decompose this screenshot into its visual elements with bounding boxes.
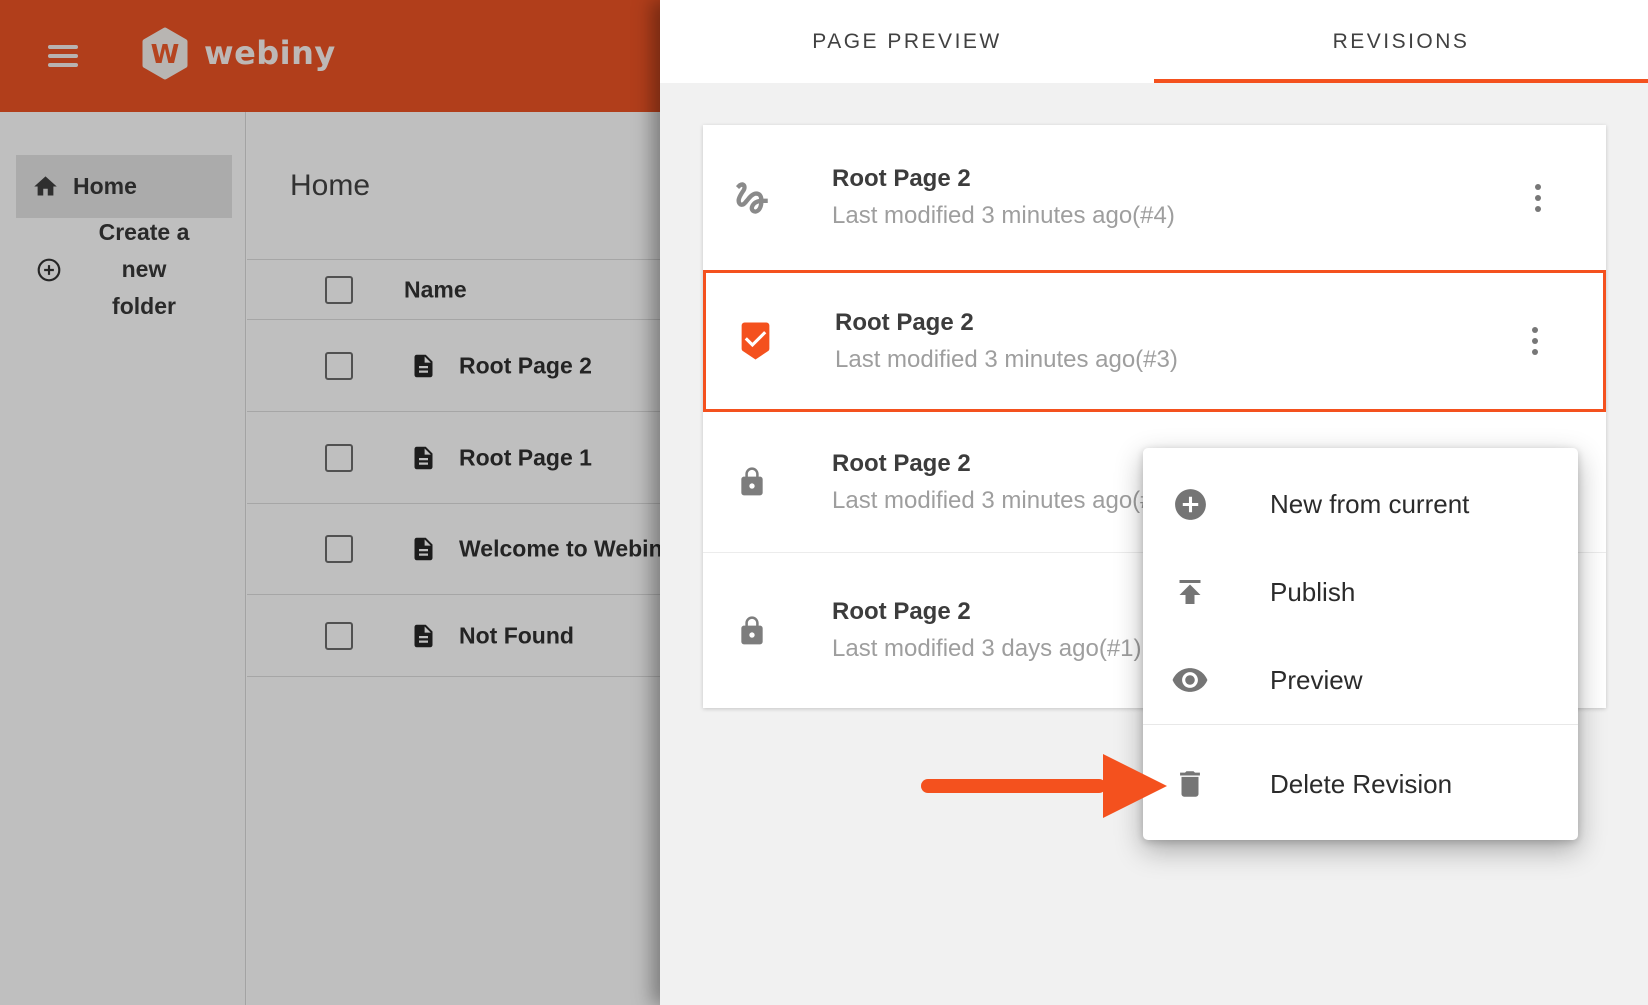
revisions-drawer: PAGE PREVIEW REVISIONS Root Page 2 Last … — [660, 0, 1648, 1005]
active-tab-indicator — [1154, 79, 1648, 83]
revision-item[interactable]: Root Page 2 Last modified 3 minutes ago(… — [703, 125, 1606, 270]
trash-icon — [1171, 767, 1209, 801]
revision-title: Root Page 2 — [832, 450, 1175, 478]
revision-subtitle: Last modified 3 days ago(#1) — [832, 635, 1142, 663]
revision-title: Root Page 2 — [832, 165, 1175, 193]
revision-options-kebab-icon[interactable] — [1529, 327, 1541, 355]
locked-status-icon — [729, 612, 775, 650]
arrow-head — [1103, 754, 1167, 818]
menu-item-preview[interactable]: Preview — [1143, 636, 1578, 724]
revision-subtitle: Last modified 3 minutes ago(#4) — [832, 202, 1175, 230]
revision-title: Root Page 2 — [832, 598, 1142, 626]
draft-status-icon — [729, 177, 775, 219]
menu-item-new-from-current[interactable]: New from current — [1143, 460, 1578, 548]
add-circle-icon — [1171, 486, 1209, 523]
revision-subtitle: Last modified 3 minutes ago(#3) — [835, 346, 1178, 374]
modal-dim-overlay[interactable] — [0, 0, 660, 1005]
revision-context-menu: New from current Publish Preview — [1143, 448, 1578, 840]
revision-subtitle: Last modified 3 minutes ago(#2) — [832, 487, 1175, 515]
menu-item-publish[interactable]: Publish — [1143, 548, 1578, 636]
revision-item-selected[interactable]: Root Page 2 Last modified 3 minutes ago(… — [703, 270, 1606, 412]
publish-icon — [1171, 574, 1209, 610]
revision-title: Root Page 2 — [835, 309, 1178, 337]
eye-icon — [1171, 660, 1209, 700]
published-status-icon — [732, 319, 778, 363]
screen: W webiny Home Create a new folder — [0, 0, 1648, 1005]
menu-item-delete-revision[interactable]: Delete Revision — [1143, 740, 1578, 828]
locked-status-icon — [729, 463, 775, 501]
revision-options-kebab-icon[interactable] — [1532, 184, 1544, 212]
main-app-area: W webiny Home Create a new folder — [0, 0, 660, 1005]
tab-page-preview[interactable]: PAGE PREVIEW — [660, 0, 1154, 83]
tab-revisions[interactable]: REVISIONS — [1154, 0, 1648, 83]
drawer-tabbar: PAGE PREVIEW REVISIONS — [660, 0, 1648, 83]
